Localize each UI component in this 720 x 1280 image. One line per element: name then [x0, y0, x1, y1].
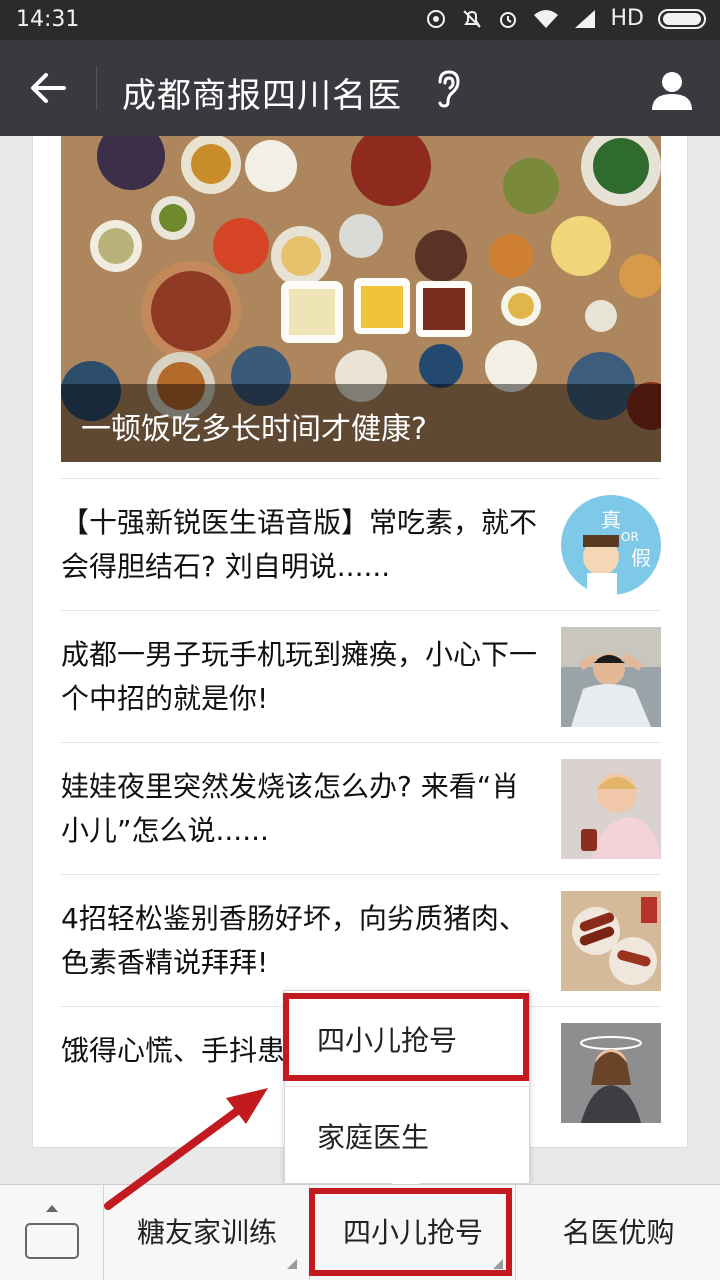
- mute-bell-icon: [462, 9, 481, 28]
- profile-icon[interactable]: [648, 66, 696, 114]
- svg-text:OR: OR: [621, 530, 639, 544]
- menu-tab-label: 糖友家训练: [136, 1216, 277, 1249]
- battery-icon: [658, 8, 706, 29]
- menu-tab-label: 名医优购: [562, 1216, 675, 1249]
- article-title: 4招轻松鉴别香肠好坏，向劣质猪肉、色素香精说拜拜!: [61, 902, 527, 979]
- status-bar: 14:31 HD: [0, 0, 720, 40]
- true-or-false-image: 真 OR 假: [561, 495, 661, 595]
- svg-text:真: 真: [601, 508, 621, 532]
- article-title: 娃娃夜里突然发烧该怎么办? 来看“肖小儿”怎么说......: [61, 770, 520, 847]
- list-item[interactable]: 娃娃夜里突然发烧该怎么办? 来看“肖小儿”怎么说......: [61, 742, 661, 874]
- back-arrow-icon[interactable]: [24, 64, 72, 112]
- submenu-item-family-doctor[interactable]: 家庭医生: [285, 1088, 531, 1184]
- page-title: 成都商报四川名医: [122, 76, 402, 116]
- article-thumbnail: [561, 759, 661, 859]
- list-item[interactable]: 成都一男子玩手机玩到瘫痪，小心下一个中招的就是你!: [61, 610, 661, 742]
- hero-article[interactable]: 一顿饭吃多长时间才健康?: [61, 136, 661, 462]
- article-thumbnail: [561, 627, 661, 727]
- data-saver-icon: [426, 9, 445, 28]
- voice-mode-icon[interactable]: [432, 68, 462, 110]
- network-type: HD: [610, 6, 644, 31]
- menu-tab-doctor-shop[interactable]: 名医优购: [517, 1185, 720, 1280]
- hero-caption: 一顿饭吃多长时间才健康?: [61, 384, 661, 462]
- submenu-indicator-icon: [287, 1259, 297, 1269]
- article-thumbnail: [561, 891, 661, 991]
- wifi-icon: [533, 9, 558, 28]
- article-thumbnail: [561, 1023, 661, 1123]
- sausage-image: [561, 891, 661, 991]
- keyboard-icon: [25, 1223, 79, 1259]
- title-divider: [96, 66, 97, 110]
- article-title: 【十强新锐医生语音版】常吃素，就不会得胆结石? 刘自明说......: [61, 506, 538, 583]
- signal-icon: [574, 9, 595, 28]
- chevron-up-icon: [46, 1205, 58, 1212]
- status-icons: HD: [425, 6, 706, 31]
- title-bar: 成都商报四川名医: [0, 40, 720, 136]
- svg-text:假: 假: [631, 546, 651, 570]
- article-title: 成都一男子玩手机玩到瘫痪，小心下一个中招的就是你!: [61, 638, 538, 715]
- alarm-icon: [499, 11, 516, 28]
- article-thumbnail: 真 OR 假: [561, 495, 661, 595]
- man-phone-image: [561, 627, 661, 727]
- highlight-box-menu-tab: [309, 1188, 512, 1276]
- status-time: 14:31: [16, 7, 80, 32]
- list-item[interactable]: 【十强新锐医生语音版】常吃素，就不会得胆结石? 刘自明说...... 真 OR …: [61, 478, 661, 610]
- dizzy-woman-image: [561, 1023, 661, 1123]
- menu-tab-sugar-training[interactable]: 糖友家训练: [105, 1185, 310, 1280]
- list-item[interactable]: 4招轻松鉴别香肠好坏，向劣质猪肉、色素香精说拜拜!: [61, 874, 661, 1006]
- keyboard-toggle[interactable]: [0, 1185, 104, 1280]
- sick-child-image: [561, 759, 661, 859]
- highlight-box-submenu: [283, 993, 529, 1081]
